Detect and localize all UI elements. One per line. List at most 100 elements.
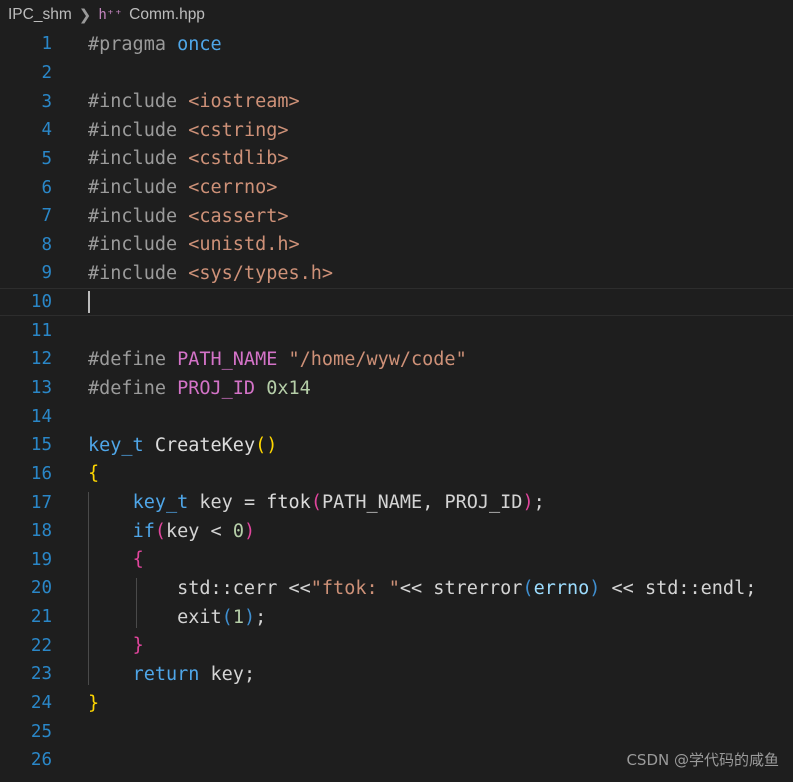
code-line[interactable]: 8 #include <unistd.h> <box>0 230 793 259</box>
code-token: () <box>255 434 278 456</box>
code-text[interactable]: #define PROJ_ID 0x14 <box>52 378 793 399</box>
code-token: ( <box>310 492 322 514</box>
code-token: ( <box>522 577 534 599</box>
code-line[interactable]: 19 { <box>0 546 793 575</box>
code-line[interactable]: 2 <box>0 59 793 88</box>
code-token: std::cerr <box>177 577 289 599</box>
line-number: 18 <box>30 521 52 542</box>
code-line[interactable]: 24} <box>0 689 793 718</box>
code-text[interactable]: if(key < 0) <box>52 521 793 542</box>
code-line[interactable]: 21 exit(1); <box>0 603 793 632</box>
code-text[interactable]: key_t key = ftok(PATH_NAME, PROJ_ID); <box>52 492 793 513</box>
code-token: exit <box>177 606 222 628</box>
code-text[interactable]: } <box>52 635 793 656</box>
code-token: <unistd.h> <box>188 234 300 256</box>
code-text[interactable]: #pragma once <box>52 34 793 55</box>
line-number: 7 <box>41 206 52 227</box>
breadcrumb-folder[interactable]: IPC_shm <box>8 6 72 24</box>
code-token: if <box>132 520 155 542</box>
code-line[interactable]: 16 { <box>0 460 793 489</box>
breadcrumb-file[interactable]: Comm.hpp <box>129 6 205 24</box>
code-token: once <box>177 33 222 55</box>
code-token: #include <box>88 148 189 170</box>
line-number: 11 <box>30 320 52 341</box>
code-token: PATH_NAME <box>177 348 278 370</box>
code-line[interactable]: 4 #include <cstring> <box>0 116 793 145</box>
code-text[interactable]: #include <cerrno> <box>52 177 793 198</box>
code-line[interactable]: 18 if(key < 0) <box>0 517 793 546</box>
code-text[interactable]: { <box>52 463 793 484</box>
code-token: < <box>210 520 222 542</box>
code-editor[interactable]: 1 #pragma once 2 3 #include <iostream> 4 #incl… <box>0 30 793 782</box>
code-token: return <box>132 663 200 685</box>
code-text[interactable]: } <box>52 693 793 714</box>
code-token: "/home/wyw/code" <box>288 348 467 370</box>
code-line[interactable]: 23 return key; <box>0 660 793 689</box>
code-text[interactable]: #define PATH_NAME "/home/wyw/code" <box>52 349 793 370</box>
code-text[interactable]: #include <cstdlib> <box>52 148 793 169</box>
code-text[interactable]: { <box>52 549 793 570</box>
code-token: #define <box>88 348 178 370</box>
code-token: #pragma <box>88 33 178 55</box>
code-token: { <box>88 463 100 485</box>
code-token: key <box>165 520 211 542</box>
code-token: ) <box>589 577 601 599</box>
code-token: key <box>188 492 244 514</box>
code-text[interactable]: #include <iostream> <box>52 91 793 112</box>
text-cursor <box>88 291 90 314</box>
line-number: 23 <box>30 664 52 685</box>
code-line[interactable]: 20 std::cerr <<"ftok: "<< strerror(errno… <box>0 574 793 603</box>
code-line[interactable]: 14 <box>0 402 793 431</box>
code-token: << <box>611 577 634 599</box>
code-token: 1 <box>232 606 244 628</box>
code-token: <cerrno> <box>188 177 278 199</box>
code-line[interactable]: 15 key_t CreateKey() <box>0 431 793 460</box>
chevron-right-icon: ❯ <box>78 7 92 24</box>
code-line[interactable]: 7 #include <cassert> <box>0 202 793 231</box>
cpp-header-file-icon: h⁺⁺ <box>98 7 123 23</box>
code-text[interactable]: #include <sys/types.h> <box>52 263 793 284</box>
code-text[interactable]: #include <cstring> <box>52 120 793 141</box>
line-number: 25 <box>30 721 52 742</box>
code-text[interactable]: #include <cassert> <box>52 206 793 227</box>
code-line[interactable]: 10 <box>0 287 793 317</box>
code-text[interactable]: std::cerr <<"ftok: "<< strerror(errno) <… <box>52 578 793 599</box>
code-line[interactable]: 13 #define PROJ_ID 0x14 <box>0 374 793 403</box>
code-line[interactable]: 25 <box>0 717 793 746</box>
code-text[interactable]: return key; <box>52 664 793 685</box>
code-token: 0 <box>232 520 244 542</box>
line-number: 26 <box>30 750 52 771</box>
code-token: <iostream> <box>188 91 300 113</box>
code-token: ; <box>255 606 267 628</box>
code-token: #include <box>88 262 189 284</box>
code-token: #include <box>88 91 189 113</box>
line-number: 24 <box>30 693 52 714</box>
code-line[interactable]: 9 #include <sys/types.h> <box>0 259 793 288</box>
code-text[interactable]: #include <unistd.h> <box>52 234 793 255</box>
code-line[interactable]: 6 #include <cerrno> <box>0 173 793 202</box>
code-line[interactable]: 17 key_t key = ftok(PATH_NAME, PROJ_ID); <box>0 488 793 517</box>
code-line[interactable]: 5 #include <cstdlib> <box>0 145 793 174</box>
code-line[interactable]: 12 #define PATH_NAME "/home/wyw/code" <box>0 345 793 374</box>
line-number: 4 <box>41 120 52 141</box>
code-token: #define <box>88 377 178 399</box>
code-line[interactable]: 11 <box>0 316 793 345</box>
code-token: #include <box>88 205 189 227</box>
code-text[interactable]: key_t CreateKey() <box>52 435 793 456</box>
code-line[interactable]: 1 #pragma once <box>0 30 793 59</box>
code-line[interactable]: 3 #include <iostream> <box>0 87 793 116</box>
code-token: #include <box>88 177 189 199</box>
code-token: <cassert> <box>188 205 289 227</box>
code-text[interactable]: exit(1); <box>52 607 793 628</box>
line-number: 3 <box>41 91 52 112</box>
line-number: 13 <box>30 378 52 398</box>
code-line[interactable]: 22 } <box>0 631 793 660</box>
